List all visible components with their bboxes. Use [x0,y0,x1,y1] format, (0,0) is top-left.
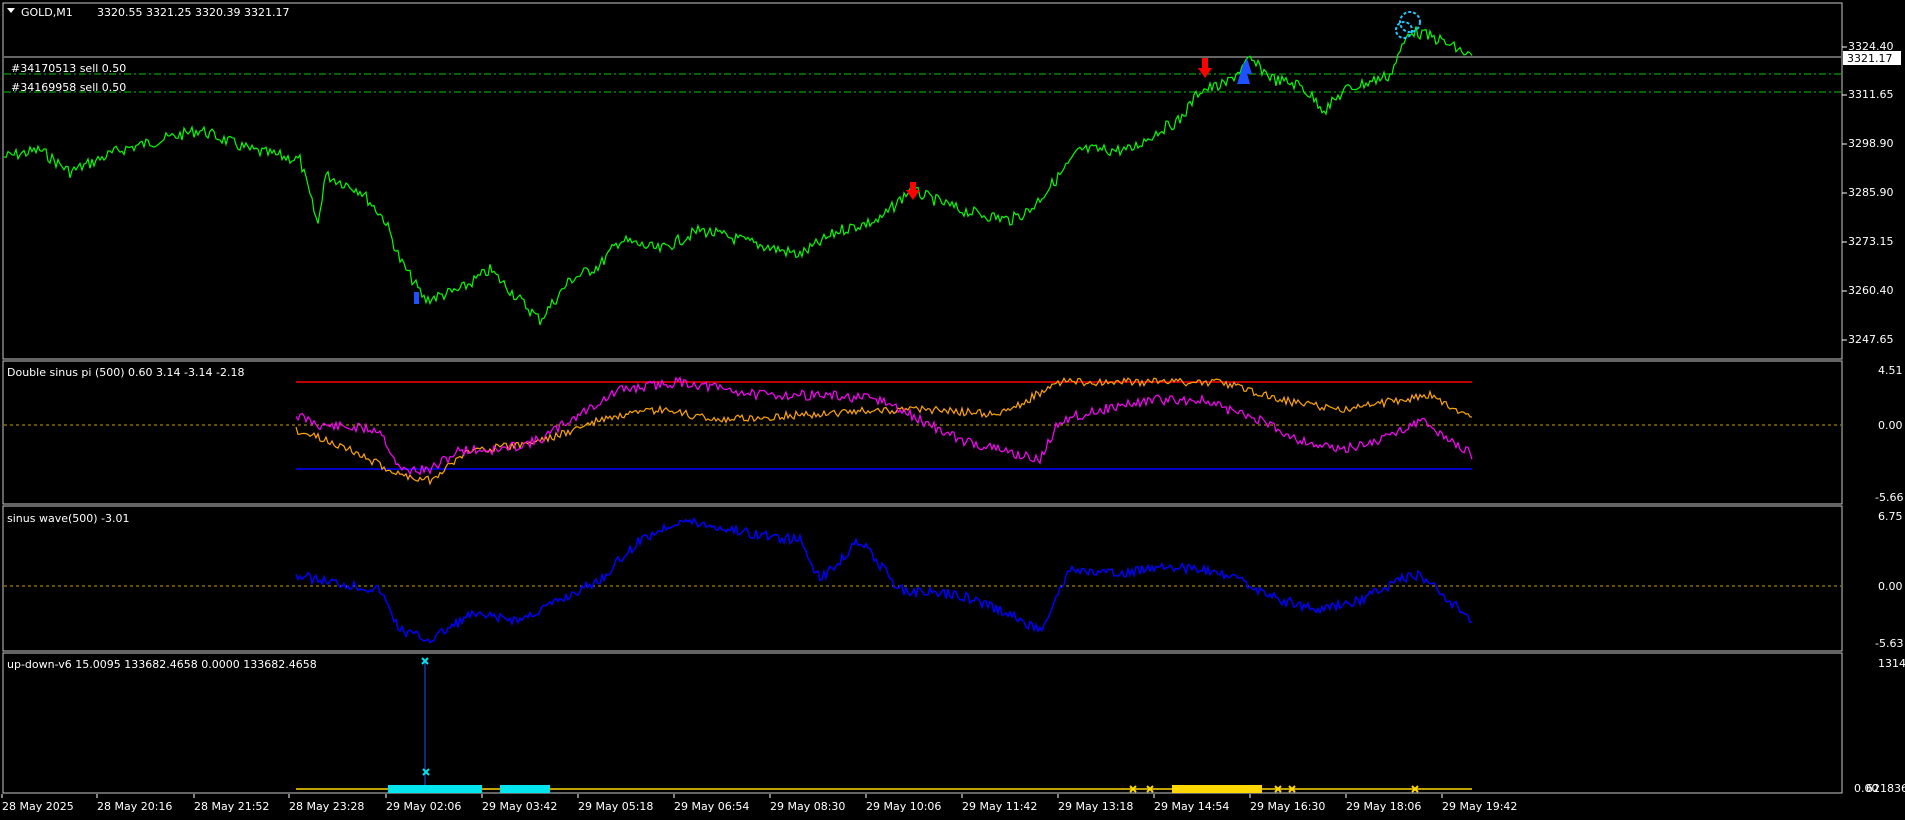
indicator3-title: up-down-v6 15.0095 133682.4658 0.0000 13… [7,658,317,671]
symbol-label: GOLD,M1 [21,6,73,19]
sell-arrow-icon[interactable] [906,182,920,200]
ind3-axis-label: 6218368 [1866,782,1905,795]
price-axis-label: 3298.90 [1848,137,1894,150]
up-down-marker-band[interactable] [500,785,550,793]
up-down-markers[interactable] [388,657,1419,793]
chart-canvas[interactable]: GOLD,M1 3320.55 3321.25 3320.39 3321.17 … [0,0,1905,820]
time-axis: 28 May 2025 28 May 20:16 28 May 21:52 28 Ma… [1,794,1517,813]
time-axis-label: 28 May 2025 [2,800,74,813]
time-axis-label: 29 May 11:42 [962,800,1037,813]
ind3-axis-label: 131498574 [1878,657,1905,670]
price-axis: 3324.40 3311.65 3298.90 3285.90 3273.15 … [1842,40,1901,346]
up-down-marker-band[interactable] [388,785,482,793]
order-label-2: #34169958 sell 0.50 [11,81,126,94]
time-axis-label: 29 May 02:06 [386,800,461,813]
indicator3-axis: 131498574 0.00 6218368 [1854,657,1905,795]
buy-marker-icon[interactable] [414,292,419,304]
sinus-wave-line[interactable] [295,516,1472,644]
up-down-x-marker[interactable] [422,768,430,776]
order-lines[interactable]: #34170513 sell 0.50 #34169958 sell 0.50 [4,62,1841,94]
time-axis-label: 29 May 16:30 [1250,800,1325,813]
ind2-axis-label: 6.75 [1878,510,1903,523]
price-series-line[interactable] [3,26,1473,326]
time-axis-label: 29 May 18:06 [1346,800,1421,813]
up-down-marker-band[interactable] [1172,785,1262,793]
time-axis-label: 29 May 13:18 [1058,800,1133,813]
price-axis-label: 3247.65 [1848,333,1894,346]
indicator3-panel[interactable] [2,652,1843,794]
indicator1-title: Double sinus pi (500) 0.60 3.14 -3.14 -2… [7,366,244,379]
time-axis-label: 28 May 20:16 [97,800,172,813]
time-axis-label: 29 May 03:42 [482,800,557,813]
ind2-axis-label: -5.63 [1875,637,1903,650]
time-axis-label: 29 May 14:54 [1154,800,1229,813]
time-axis-label: 29 May 19:42 [1442,800,1517,813]
price-axis-label: 3273.15 [1848,235,1894,248]
time-axis-label: 29 May 10:06 [866,800,941,813]
double-sinus-line-orange[interactable] [295,377,1473,486]
ind1-axis-label: 4.51 [1878,364,1903,377]
main-panel[interactable] [2,2,1843,360]
order-label-1: #34170513 sell 0.50 [11,62,126,75]
sell-arrow-icon[interactable] [1198,58,1212,78]
ind1-axis-label: -5.66 [1875,491,1903,504]
current-price-label: 3321.17 [1847,52,1893,65]
time-axis-label: 29 May 05:18 [578,800,653,813]
trade-markers[interactable] [414,11,1421,304]
price-axis-label: 3285.90 [1848,186,1894,199]
double-sinus-line-magenta[interactable] [295,375,1473,476]
indicator2-panel[interactable] [2,505,1843,652]
time-axis-label: 29 May 06:54 [674,800,749,813]
time-axis-label: 28 May 23:28 [289,800,364,813]
time-axis-label: 28 May 21:52 [194,800,269,813]
indicator2-title: sinus wave(500) -3.01 [7,512,130,525]
time-axis-label: 29 May 08:30 [770,800,845,813]
symbol-header: GOLD,M1 3320.55 3321.25 3320.39 3321.17 [7,6,289,19]
indicator2-axis: 6.75 0.00 -5.63 [1875,510,1903,650]
ohlc-values: 3320.55 3321.25 3320.39 3321.17 [97,6,289,19]
collapse-triangle-icon[interactable] [7,8,15,13]
price-axis-label: 3260.40 [1848,284,1894,297]
price-axis-label: 3311.65 [1848,88,1894,101]
indicator1-axis: 4.51 0.00 -5.66 [1875,364,1903,504]
ind2-axis-label: 0.00 [1878,580,1903,593]
ind1-axis-label: 0.00 [1878,419,1903,432]
